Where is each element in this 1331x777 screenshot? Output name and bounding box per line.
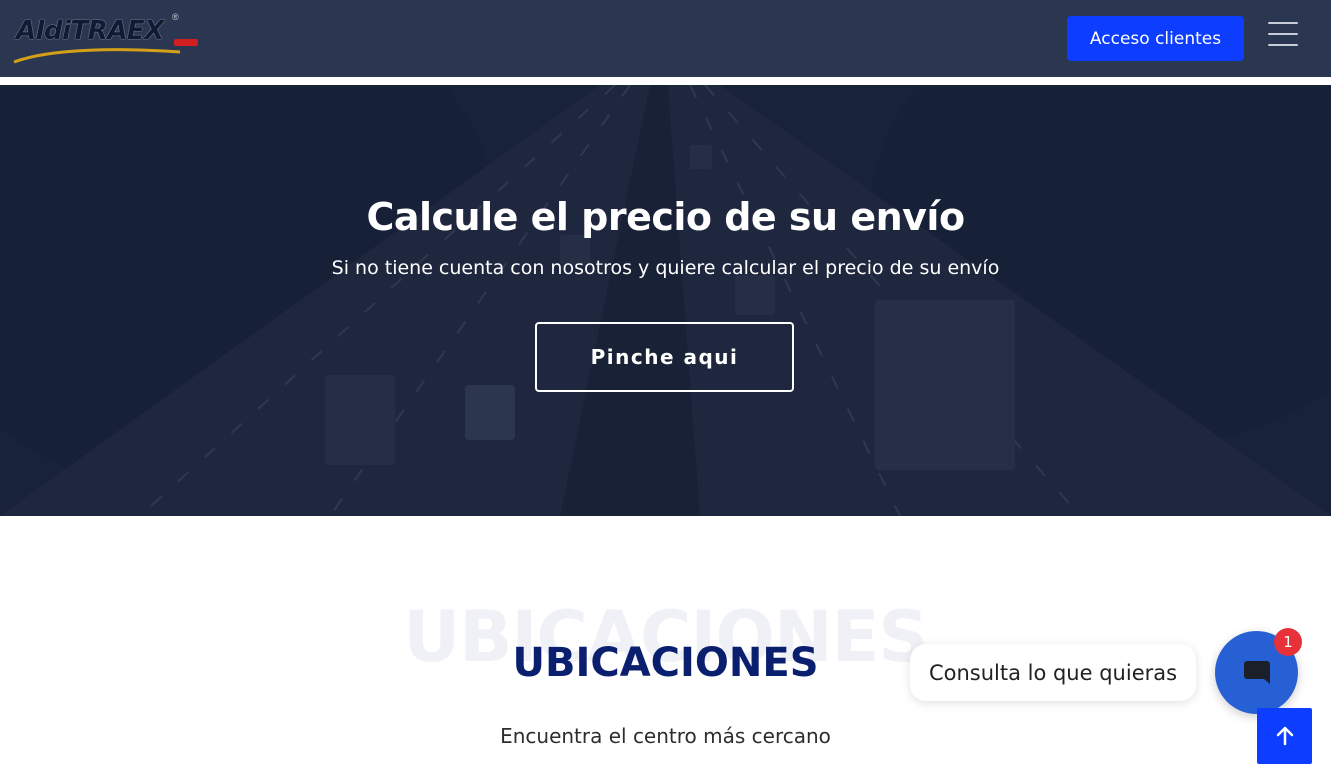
chat-prompt-bubble[interactable]: Consulta lo que quieras — [910, 644, 1196, 701]
client-access-button[interactable]: Acceso clientes — [1067, 16, 1244, 61]
hero-subtitle: Si no tiene cuenta con nosotros y quiere… — [331, 257, 1000, 279]
chat-icon — [1243, 660, 1270, 684]
hamburger-bar — [1268, 22, 1298, 24]
calculate-price-button[interactable]: Pinche aqui — [535, 322, 794, 392]
shipping-calculator-hero: Calcule el precio de su envío Si no tien… — [0, 85, 1331, 516]
hero-overlay — [0, 85, 1331, 516]
logo-text: AldiTRAEX — [16, 16, 164, 46]
truck-icon — [174, 39, 198, 46]
site-logo[interactable]: AldiTRAEX ® — [12, 12, 202, 66]
arrow-up-icon — [1276, 726, 1293, 746]
header-divider — [0, 77, 1331, 85]
hamburger-icon[interactable] — [1268, 22, 1298, 50]
hero-title: Calcule el precio de su envío — [366, 195, 965, 239]
locations-subtitle: Encuentra el centro más cercano — [500, 724, 831, 748]
hamburger-bar — [1268, 44, 1298, 46]
logo-registered-mark: ® — [172, 12, 179, 22]
site-header: AldiTRAEX ® Acceso clientes — [0, 0, 1331, 77]
chat-unread-badge: 1 — [1274, 628, 1302, 656]
hamburger-bar — [1268, 33, 1298, 35]
scroll-to-top-button[interactable] — [1257, 708, 1312, 764]
chat-prompt-text: Consulta lo que quieras — [928, 660, 1178, 685]
